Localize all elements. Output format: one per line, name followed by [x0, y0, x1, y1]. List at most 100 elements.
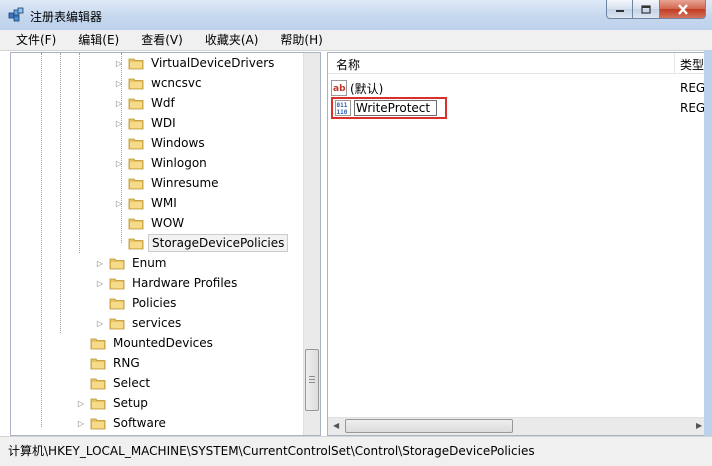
menu-bar: 文件(F) 编辑(E) 查看(V) 收藏夹(A) 帮助(H) [0, 30, 712, 51]
menu-edit[interactable]: 编辑(E) [62, 30, 125, 50]
tree-item-rng[interactable]: RNG [76, 353, 143, 373]
dword-value-icon: 011 110 [335, 100, 351, 116]
tree-item-label: VirtualDeviceDrivers [151, 56, 275, 70]
tree-item-label: Enum [132, 256, 167, 270]
folder-icon [109, 298, 125, 309]
menu-view[interactable]: 查看(V) [125, 30, 189, 50]
expand-arrow-icon[interactable]: ▷ [114, 159, 124, 168]
tree-item-software[interactable]: ▷ Software [76, 413, 169, 433]
tree-item-label: Windows [151, 136, 205, 150]
maximize-button[interactable] [633, 0, 660, 19]
tree-item-virtualdevicedrivers[interactable]: ▷ VirtualDeviceDrivers [114, 53, 277, 73]
registry-tree-pane[interactable]: ▷ VirtualDeviceDrivers ▷ wcncsvc ▷ Wdf ▷… [10, 52, 321, 436]
tree-item-wdi[interactable]: ▷ WDI [114, 113, 179, 133]
tree-guide-line [60, 53, 61, 333]
tree-item-wmi[interactable]: ▷ WMI [114, 193, 180, 213]
scroll-left-arrow-icon[interactable]: ◀ [333, 421, 339, 430]
tree-item-label: Winlogon [151, 156, 207, 170]
tree-guide-line [41, 53, 42, 427]
values-horizontal-scrollbar[interactable]: ◀ ▶ [328, 417, 712, 435]
folder-icon [128, 118, 144, 129]
string-value-icon: ab [331, 80, 347, 96]
value-row-writeprotect[interactable]: 011 110 WriteProtect REG [331, 97, 711, 119]
expand-arrow-icon[interactable]: ▷ [76, 399, 86, 408]
value-name: (默认) [350, 81, 384, 96]
folder-icon [90, 338, 106, 349]
tree-item-label: Setup [113, 396, 148, 410]
tree-item-label: services [132, 316, 182, 330]
tree-item-label: Hardware Profiles [132, 276, 238, 290]
folder-icon [90, 418, 106, 429]
tree-scroll-thumb[interactable] [305, 349, 319, 411]
folder-icon [109, 258, 125, 269]
folder-icon [90, 358, 106, 369]
svg-text:011: 011 [337, 102, 348, 109]
minimize-button[interactable] [606, 0, 633, 19]
tree-item-wow[interactable]: WOW [114, 213, 187, 233]
expand-arrow-icon[interactable]: ▷ [114, 119, 124, 128]
tree-item-winlogon[interactable]: ▷ Winlogon [114, 153, 210, 173]
tree-item-windows[interactable]: Windows [114, 133, 208, 153]
values-scroll-thumb[interactable] [345, 419, 513, 433]
folder-icon [109, 278, 125, 289]
value-type: REG [680, 81, 706, 95]
value-row-default[interactable]: ab (默认) REG [331, 78, 711, 98]
tree-item-setup[interactable]: ▷ Setup [76, 393, 151, 413]
tree-item-label: WMI [151, 196, 177, 210]
tree-item-storagedevicepolicies[interactable]: StorageDevicePolicies [114, 233, 289, 253]
folder-icon [128, 158, 144, 169]
folder-icon [90, 398, 106, 409]
expand-arrow-icon[interactable]: ▷ [114, 199, 124, 208]
tree-item-enum[interactable]: ▷ Enum [95, 253, 169, 273]
expand-arrow-icon[interactable]: ▷ [114, 79, 124, 88]
folder-icon [128, 58, 144, 69]
tree-item-winresume[interactable]: Winresume [114, 173, 222, 193]
tree-item-wcncsvc[interactable]: ▷ wcncsvc [114, 73, 205, 93]
tree-item-select[interactable]: Select [76, 373, 153, 393]
svg-text:110: 110 [337, 109, 348, 116]
tree-item-mounteddevices[interactable]: MountedDevices [76, 333, 216, 353]
folder-icon [128, 218, 144, 229]
expand-arrow-icon[interactable]: ▷ [76, 419, 86, 428]
tree-item-label: Software [113, 416, 166, 430]
tree-item-label: Wdf [151, 96, 175, 110]
expand-arrow-icon[interactable]: ▷ [114, 59, 124, 68]
window-frame-edge [704, 50, 712, 436]
status-path: 计算机\HKEY_LOCAL_MACHINE\SYSTEM\CurrentCon… [8, 444, 535, 458]
menu-file[interactable]: 文件(F) [0, 30, 62, 50]
close-button[interactable] [660, 0, 706, 19]
tree-item-label: WDI [151, 116, 176, 130]
column-header-name[interactable]: 名称 [336, 56, 360, 73]
expand-arrow-icon[interactable]: ▷ [114, 99, 124, 108]
expand-arrow-icon[interactable]: ▷ [95, 319, 105, 328]
title-bar[interactable]: 注册表编辑器 [0, 0, 712, 30]
folder-icon [128, 178, 144, 189]
column-header-type[interactable]: 类型 [680, 56, 704, 73]
tree-item-label-selected: StorageDevicePolicies [148, 234, 289, 252]
tree-guide-line [79, 53, 80, 253]
tree-item-label: Select [113, 376, 151, 390]
scroll-right-arrow-icon[interactable]: ▶ [696, 421, 702, 430]
column-separator[interactable] [674, 53, 675, 73]
tree-item-services[interactable]: ▷ services [95, 313, 184, 333]
expand-arrow-icon[interactable]: ▷ [95, 279, 105, 288]
svg-text:ab: ab [333, 84, 346, 94]
folder-icon [128, 198, 144, 209]
folder-icon [128, 138, 144, 149]
tree-item-policies[interactable]: Policies [95, 293, 179, 313]
value-name-edit-field[interactable]: WriteProtect [354, 100, 438, 116]
regedit-app-icon [8, 7, 24, 22]
value-type: REG [680, 101, 706, 115]
registry-values-pane[interactable]: 名称 类型 ab (默认) REG 011 110 WriteProtect R… [327, 52, 712, 436]
folder-icon [90, 378, 106, 389]
caption-buttons [606, 0, 706, 20]
tree-item-wdf[interactable]: ▷ Wdf [114, 93, 178, 113]
grip-line [309, 376, 315, 377]
grip-line [309, 379, 315, 380]
menu-help[interactable]: 帮助(H) [264, 30, 328, 50]
tree-vertical-scrollbar[interactable] [303, 53, 320, 435]
expand-arrow-icon[interactable]: ▷ [95, 259, 105, 268]
menu-favorites[interactable]: 收藏夹(A) [189, 30, 265, 50]
tree-item-hardware-profiles[interactable]: ▷ Hardware Profiles [95, 273, 240, 293]
tree-item-label: wcncsvc [151, 76, 202, 90]
